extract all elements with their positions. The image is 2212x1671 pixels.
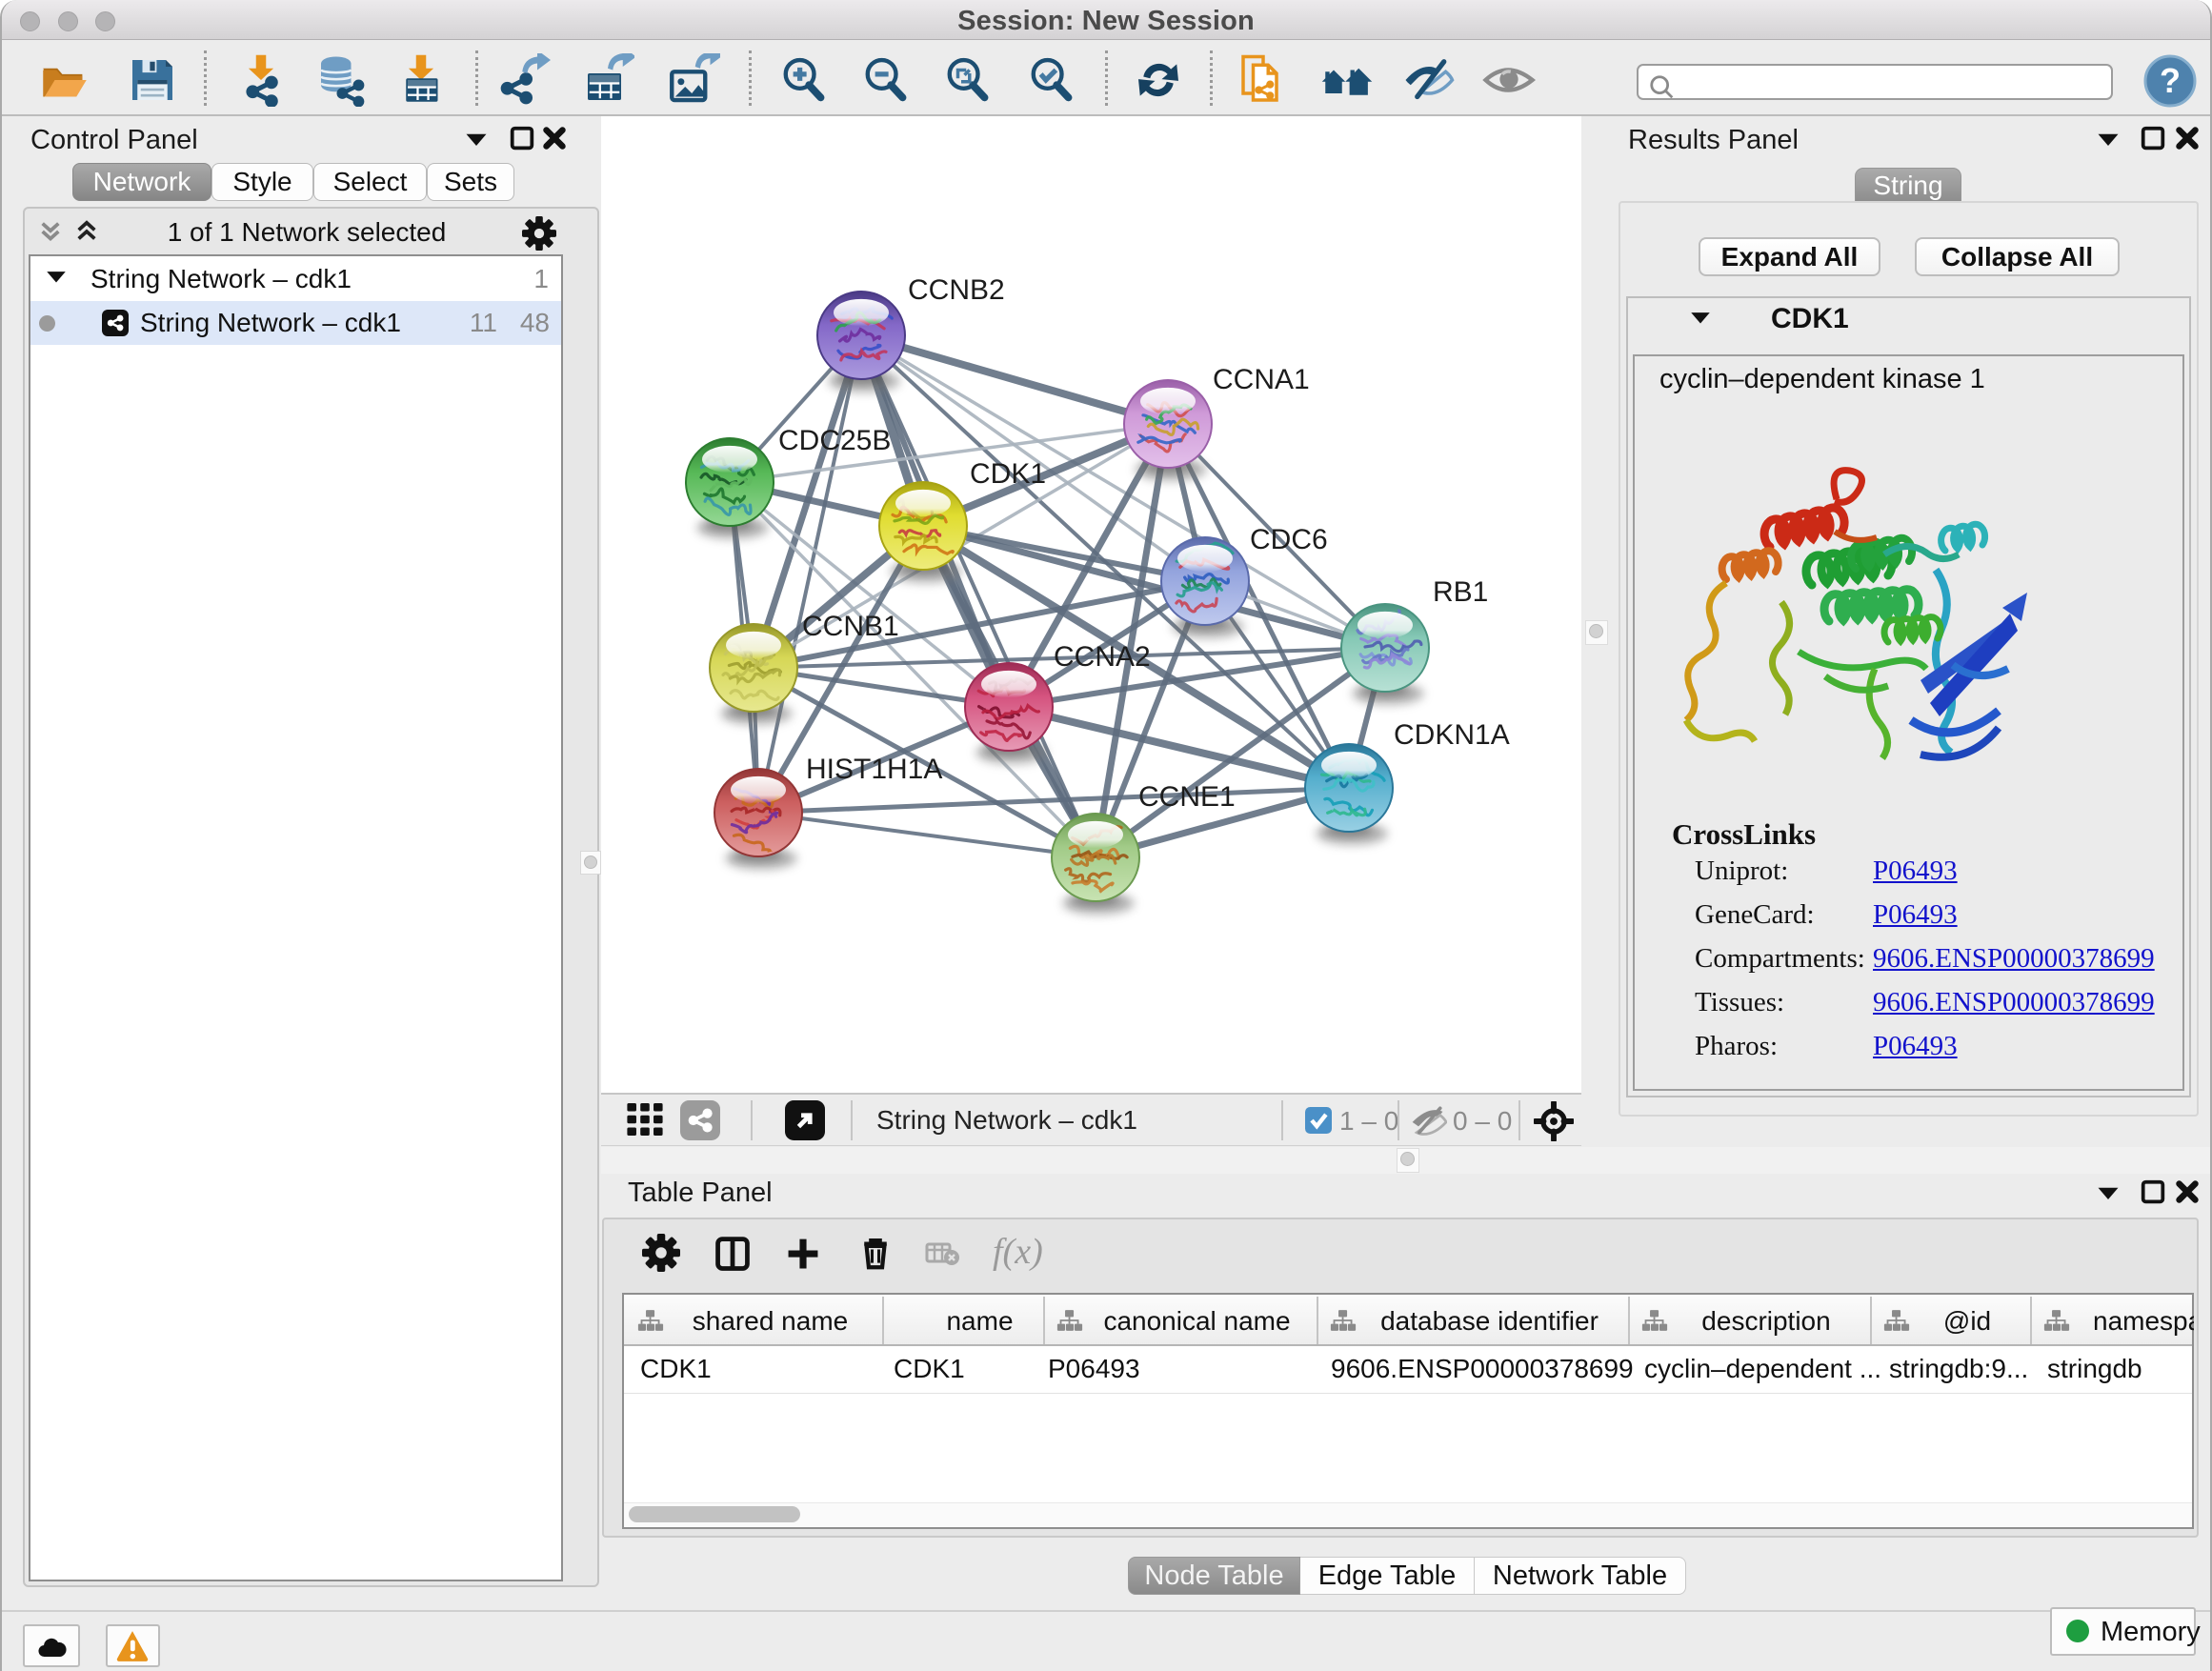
svg-text:CDKN1A: CDKN1A bbox=[1394, 719, 1510, 751]
svg-text:HIST1H1A: HIST1H1A bbox=[806, 754, 942, 785]
svg-text:CCNA1: CCNA1 bbox=[1213, 364, 1310, 395]
svg-text:CDK1: CDK1 bbox=[970, 458, 1046, 490]
svg-text:RB1: RB1 bbox=[1433, 576, 1488, 608]
svg-text:CCNB2: CCNB2 bbox=[908, 274, 1005, 306]
svg-text:CCNB1: CCNB1 bbox=[802, 611, 899, 642]
svg-text:?: ? bbox=[2160, 61, 2181, 100]
svg-text:CCNA2: CCNA2 bbox=[1054, 641, 1151, 673]
svg-text:CCNE1: CCNE1 bbox=[1138, 781, 1236, 813]
svg-text:CDC25B: CDC25B bbox=[778, 425, 891, 456]
svg-text:CDC6: CDC6 bbox=[1250, 524, 1328, 555]
